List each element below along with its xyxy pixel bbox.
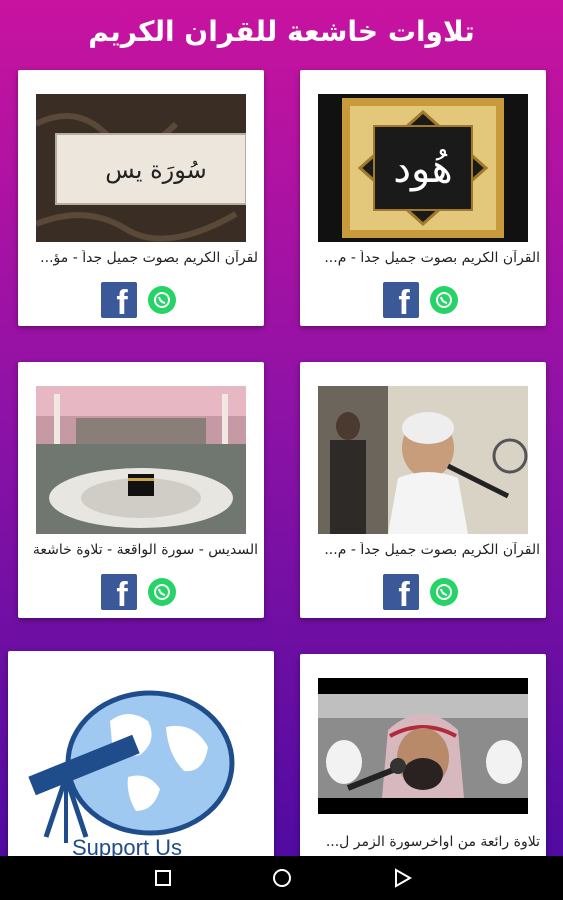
- video-card-yasin[interactable]: سُورَة يس لقرآن الكريم بصوت جميل جداً - …: [18, 70, 264, 326]
- whatsapp-share-button[interactable]: [430, 286, 458, 314]
- video-card-hud[interactable]: هُود القرآن الكريم بصوت جميل جداً - م...…: [300, 70, 546, 326]
- video-title: القرآن الكريم بصوت جميل جداً - م...: [324, 250, 540, 266]
- video-thumbnail[interactable]: [318, 386, 528, 534]
- system-navigation-bar: [0, 856, 563, 900]
- facebook-share-button[interactable]: f: [101, 574, 137, 610]
- video-title: لقرآن الكريم بصوت جميل جداً - مؤ...: [40, 250, 258, 266]
- telescope-globe-icon: [28, 690, 235, 843]
- thumb-calligraphy-text: سُورَة يس: [105, 156, 207, 184]
- video-thumbnail[interactable]: سُورَة يس: [36, 94, 246, 242]
- video-title: السديس - سورة الواقعة - تلاوة خاشعة: [32, 542, 258, 558]
- whatsapp-icon: [154, 292, 170, 308]
- facebook-icon: f: [116, 284, 128, 318]
- reciter-praying-icon: [318, 386, 528, 534]
- video-card-zumar[interactable]: تلاوة رائعة من اواخرسورة الزمر ل...: [300, 654, 546, 864]
- reciter-microphone-icon: [318, 678, 528, 814]
- whatsapp-icon: [436, 584, 452, 600]
- video-thumbnail[interactable]: [318, 678, 528, 814]
- facebook-icon: f: [398, 576, 410, 610]
- app-title: تلاوات خاشعة للقران الكريم: [88, 14, 475, 48]
- surah-yasin-calligraphy-icon: سُورَة يس: [36, 94, 246, 242]
- facebook-icon: f: [116, 576, 128, 610]
- video-card-kaaba[interactable]: السديس - سورة الواقعة - تلاوة خاشعة f: [18, 362, 264, 618]
- whatsapp-share-button[interactable]: [148, 578, 176, 606]
- recents-square-icon[interactable]: [153, 868, 173, 888]
- whatsapp-icon: [436, 292, 452, 308]
- facebook-icon: f: [398, 284, 410, 318]
- kaaba-mecca-icon: [36, 386, 246, 534]
- facebook-share-button[interactable]: f: [383, 282, 419, 318]
- whatsapp-share-button[interactable]: [148, 286, 176, 314]
- home-circle-icon[interactable]: [272, 868, 292, 888]
- video-card-reciter[interactable]: القرآن الكريم بصوت جميل جداً - م... f: [300, 362, 546, 618]
- video-title: تلاوة رائعة من اواخرسورة الزمر ل...: [325, 834, 540, 850]
- whatsapp-share-button[interactable]: [430, 578, 458, 606]
- facebook-share-button[interactable]: f: [101, 282, 137, 318]
- facebook-share-button[interactable]: f: [383, 574, 419, 610]
- support-us-card[interactable]: Support Us: [8, 651, 274, 864]
- thumb-calligraphy-text: هُود: [393, 146, 453, 192]
- back-triangle-icon[interactable]: [392, 868, 412, 888]
- video-thumbnail[interactable]: هُود: [318, 94, 528, 242]
- video-thumbnail[interactable]: [36, 386, 246, 534]
- whatsapp-icon: [154, 584, 170, 600]
- video-title: القرآن الكريم بصوت جميل جداً - م...: [324, 542, 540, 558]
- surah-hud-calligraphy-icon: هُود: [318, 94, 528, 242]
